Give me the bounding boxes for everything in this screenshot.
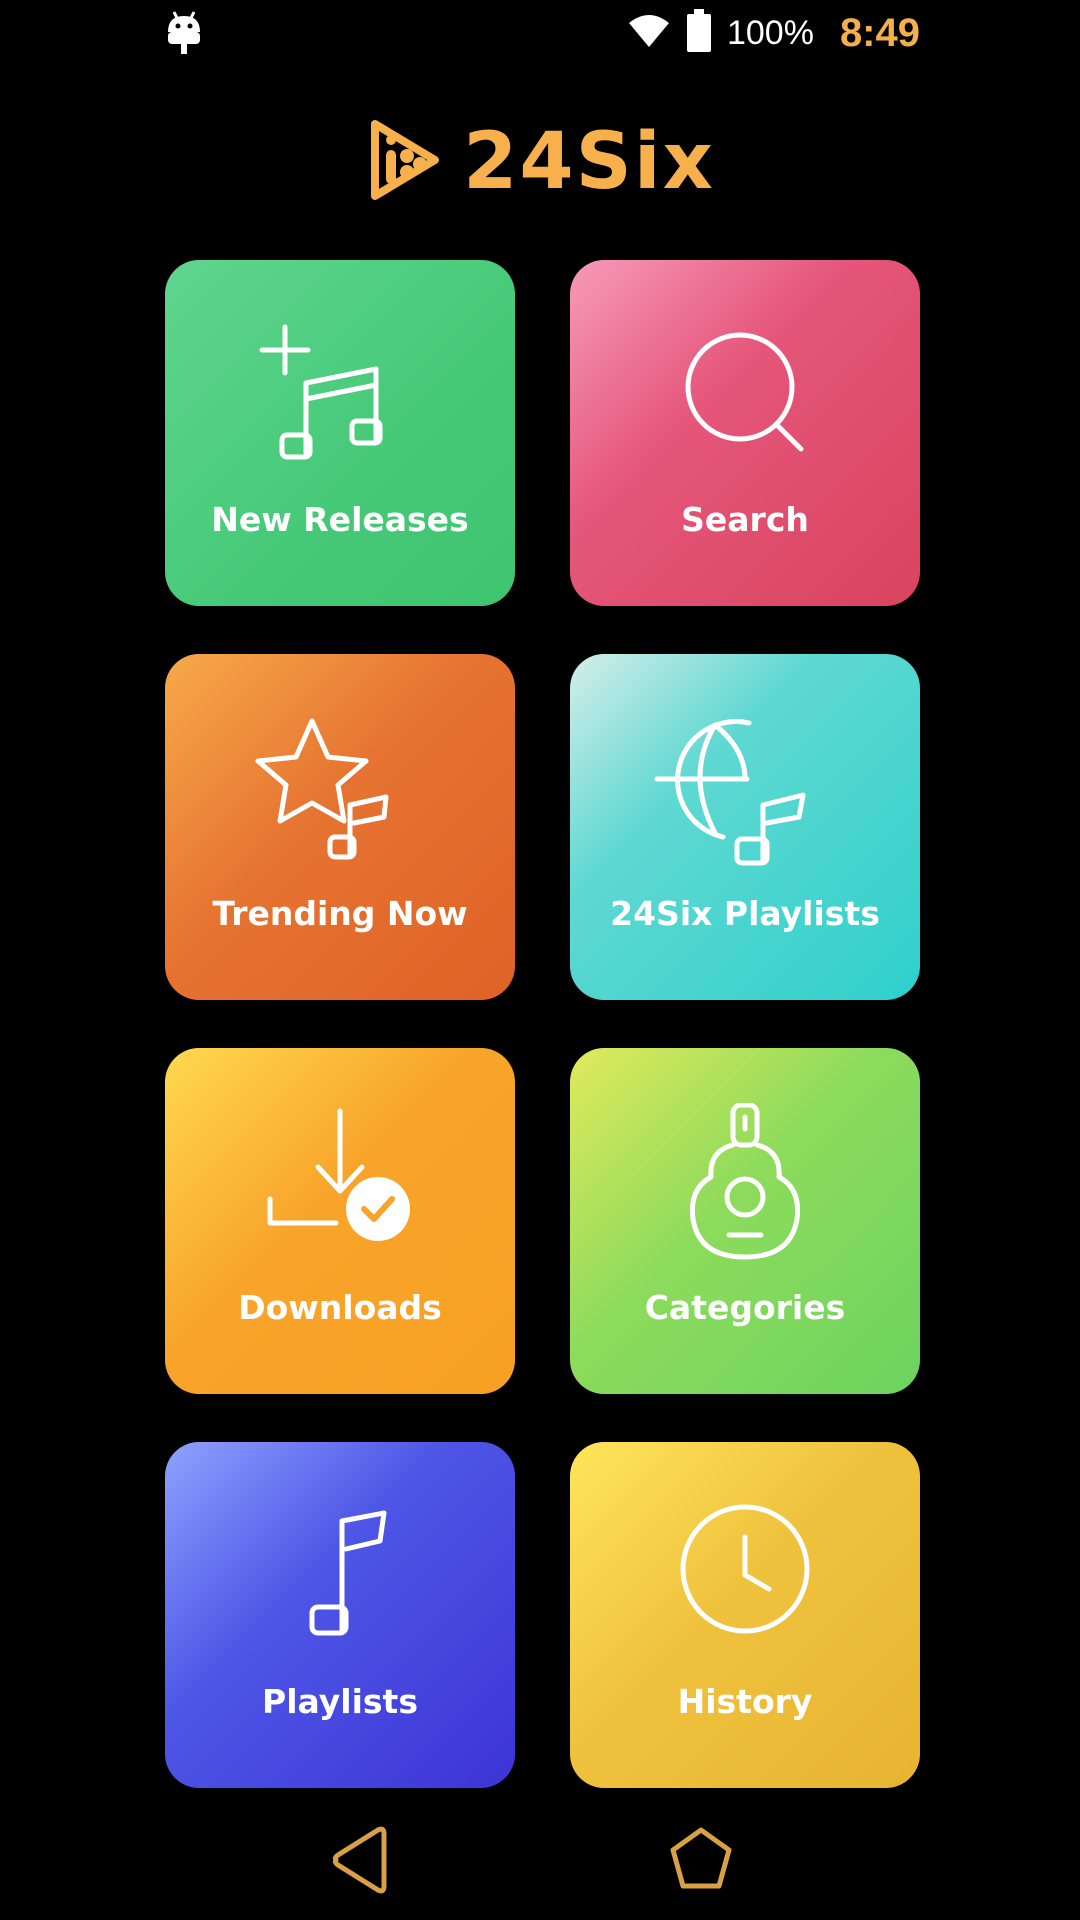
tile-label: New Releases (211, 500, 469, 539)
tile-search[interactable]: Search (570, 260, 920, 606)
download-check-icon (240, 1103, 440, 1263)
android-debug-icon (164, 10, 204, 56)
battery-percent: 100% (726, 13, 814, 52)
tile-history[interactable]: History (570, 1442, 920, 1788)
tile-new-releases[interactable]: New Releases (165, 260, 515, 606)
search-icon (645, 315, 845, 475)
tile-24six-playlists[interactable]: 24Six Playlists (570, 654, 920, 1000)
tile-label: Categories (644, 1288, 846, 1327)
music-note-icon (240, 1497, 440, 1657)
back-triangle-icon[interactable] (320, 1820, 400, 1900)
tile-label: Playlists (262, 1682, 418, 1721)
tile-label: Search (681, 500, 809, 539)
star-music-icon (240, 709, 440, 869)
status-clock: 8:49 (839, 10, 920, 55)
wifi-icon (627, 13, 671, 53)
guitar-icon (645, 1102, 845, 1263)
tile-trending-now[interactable]: Trending Now (165, 654, 515, 1000)
battery-icon (685, 9, 713, 57)
tile-downloads[interactable]: Downloads (165, 1048, 515, 1394)
tile-categories[interactable]: Categories (570, 1048, 920, 1394)
tile-label: Trending Now (212, 894, 468, 933)
navigation-bar (0, 1800, 1080, 1920)
clock-icon (645, 1497, 845, 1657)
home-pentagon-icon[interactable] (661, 1820, 741, 1900)
logo-text: 24Six (463, 117, 715, 207)
tile-label: 24Six Playlists (610, 894, 880, 933)
tile-playlists[interactable]: Playlists (165, 1442, 515, 1788)
music-note-plus-icon (240, 315, 440, 475)
menu-grid: New Releases Search Trending Now 24Six P… (165, 260, 920, 1788)
tile-label: History (677, 1682, 813, 1721)
tile-label: Downloads (238, 1288, 442, 1327)
globe-music-icon (645, 709, 845, 869)
status-icons: 100% 8:49 (627, 8, 920, 58)
app-logo: 24Six (0, 116, 1080, 208)
logo-icon (365, 118, 443, 206)
status-bar: 100% 8:49 (0, 0, 1080, 66)
